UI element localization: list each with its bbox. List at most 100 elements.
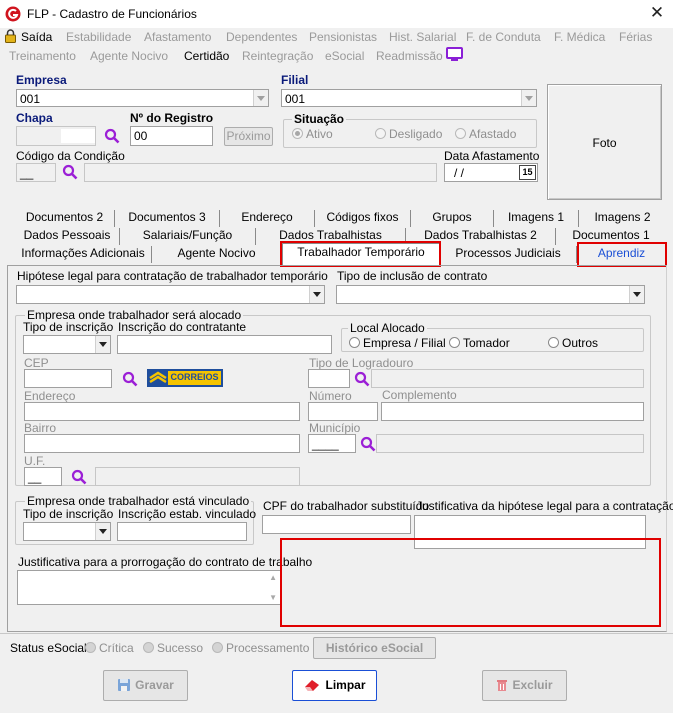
numero-label: Número — [309, 389, 352, 403]
calendar-icon[interactable]: 15 — [519, 165, 536, 180]
tab-endereco[interactable]: Endereço — [220, 210, 315, 227]
hipotese-select[interactable] — [16, 285, 325, 304]
menu-pensionistas[interactable]: Pensionistas — [309, 30, 377, 44]
close-button[interactable]: ✕ — [646, 3, 668, 23]
inscricao-estab-input[interactable] — [117, 522, 247, 541]
tab-dados-pessoais[interactable]: Dados Pessoais — [15, 228, 120, 245]
menu-treinamento[interactable]: Treinamento — [9, 49, 76, 63]
inscricao-contratante-label: Inscrição do contratante — [118, 320, 247, 334]
search-icon[interactable] — [62, 164, 78, 180]
condicao-input[interactable]: __ — [16, 163, 56, 182]
proximo-button[interactable]: Próximo — [224, 127, 273, 146]
app-logo-icon — [5, 6, 21, 22]
local-outros-radio[interactable]: Outros — [548, 336, 598, 350]
search-icon[interactable] — [122, 371, 138, 387]
hipotese-label: Hipótese legal para contratação de traba… — [17, 269, 328, 283]
correios-button[interactable]: CORREIOS — [147, 369, 223, 387]
condicao-desc-field — [84, 163, 437, 182]
status-critica-radio: Crítica — [85, 641, 134, 655]
situacao-desligado-radio[interactable]: Desligado — [375, 127, 442, 141]
menu-dependentes[interactable]: Dependentes — [226, 30, 297, 44]
tab-imagens-2[interactable]: Imagens 2 — [579, 210, 666, 227]
menu-agente-nocivo[interactable]: Agente Nocivo — [90, 49, 168, 63]
empresa-select[interactable]: 001 — [16, 89, 269, 107]
radio-icon — [375, 128, 386, 139]
menu-exit[interactable]: Saída — [21, 30, 52, 44]
uf-input[interactable]: __ — [24, 467, 62, 486]
filial-label: Filial — [281, 73, 309, 87]
complemento-input[interactable] — [381, 402, 644, 421]
gravar-button[interactable]: Gravar — [103, 670, 188, 701]
menu-f-medica[interactable]: F. Médica — [554, 30, 605, 44]
cep-input[interactable] — [24, 369, 112, 388]
tab-salariais-funcao[interactable]: Salariais/Função — [120, 228, 256, 245]
photo-box[interactable]: Foto — [547, 84, 662, 200]
tipo-inscricao-select[interactable] — [23, 335, 111, 354]
tab-codigos-fixos[interactable]: Códigos fixos — [315, 210, 411, 227]
status-processamento-label: Processamento — [226, 641, 310, 655]
situacao-label: Situação — [292, 112, 347, 126]
tipo-logradouro-input[interactable] — [308, 369, 350, 388]
filial-value: 001 — [285, 92, 306, 106]
uf-desc-field — [95, 467, 300, 486]
menu-certidao[interactable]: Certidão — [184, 49, 229, 63]
search-icon[interactable] — [104, 128, 120, 144]
search-icon[interactable] — [360, 436, 376, 452]
tab-informacoes-adicionais[interactable]: Informações Adicionais — [15, 246, 152, 263]
bairro-input[interactable] — [24, 434, 300, 453]
chevron-down-icon — [95, 336, 110, 353]
municipio-label: Município — [309, 421, 361, 435]
inscricao-contratante-input[interactable] — [117, 335, 332, 354]
justif-prorrogacao-textarea[interactable]: ▲ ▼ — [17, 570, 281, 605]
municipio-input[interactable]: ____ — [308, 434, 356, 453]
menu-ferias[interactable]: Férias — [619, 30, 652, 44]
scroll-down-icon[interactable]: ▼ — [269, 593, 277, 602]
cpf-substituido-input[interactable] — [262, 515, 411, 534]
menu-esocial[interactable]: eSocial — [325, 49, 364, 63]
tab-grupos[interactable]: Grupos — [411, 210, 494, 227]
menu-afastamento[interactable]: Afastamento — [144, 30, 211, 44]
search-icon[interactable] — [354, 371, 370, 387]
registro-label: Nº do Registro — [130, 111, 214, 125]
menu-estabilidade[interactable]: Estabilidade — [66, 30, 131, 44]
menu-f-conduta[interactable]: F. de Conduta — [466, 30, 541, 44]
excluir-button[interactable]: Excluir — [482, 670, 567, 701]
local-tomador-radio[interactable]: Tomador — [449, 336, 510, 350]
local-empresa-radio[interactable]: Empresa / Filial — [349, 336, 446, 350]
tipo-inclusao-select[interactable] — [336, 285, 645, 304]
gravar-label: Gravar — [135, 678, 174, 692]
historico-esocial-button[interactable]: Histórico eSocial — [313, 637, 436, 659]
situacao-ativo-radio[interactable]: Ativo — [292, 127, 333, 141]
chevron-down-icon — [253, 90, 268, 106]
menu-reintegracao[interactable]: Reintegração — [242, 49, 313, 63]
cep-label: CEP — [24, 356, 49, 370]
situacao-afastado-label: Afastado — [469, 127, 517, 141]
menu-readmissao[interactable]: Readmissão — [376, 49, 443, 63]
tab-processos-judiciais[interactable]: Processos Judiciais — [440, 246, 577, 263]
uf-label: U.F. — [24, 454, 46, 468]
numero-input[interactable] — [308, 402, 378, 421]
status-processamento-radio: Processamento — [212, 641, 309, 655]
endereco-input[interactable] — [24, 402, 300, 421]
tab-documentos-3[interactable]: Documentos 3 — [115, 210, 220, 227]
tab-documentos-2[interactable]: Documentos 2 — [15, 210, 115, 227]
situacao-ativo-label: Ativo — [306, 127, 333, 141]
status-esocial-label: Status eSocial: — [10, 641, 91, 655]
scroll-up-icon[interactable]: ▲ — [269, 573, 277, 582]
tab-imagens-1[interactable]: Imagens 1 — [494, 210, 579, 227]
menu-hist-salarial[interactable]: Hist. Salarial — [389, 30, 456, 44]
tipo-inscricao2-select[interactable] — [23, 522, 111, 541]
search-icon[interactable] — [71, 469, 87, 485]
monitor-icon[interactable] — [446, 47, 463, 62]
lock-icon — [5, 29, 16, 43]
chapa-input[interactable] — [16, 126, 96, 146]
tab-agente-nocivo[interactable]: Agente Nocivo — [152, 246, 282, 263]
registro-input[interactable]: 00 — [130, 126, 213, 146]
situacao-afastado-radio[interactable]: Afastado — [455, 127, 516, 141]
status-sucesso-radio: Sucesso — [143, 641, 203, 655]
photo-label: Foto — [592, 136, 617, 150]
chevron-down-icon — [95, 523, 110, 540]
filial-select[interactable]: 001 — [281, 89, 537, 107]
limpar-button[interactable]: Limpar — [292, 670, 377, 701]
chapa-label: Chapa — [16, 111, 53, 125]
